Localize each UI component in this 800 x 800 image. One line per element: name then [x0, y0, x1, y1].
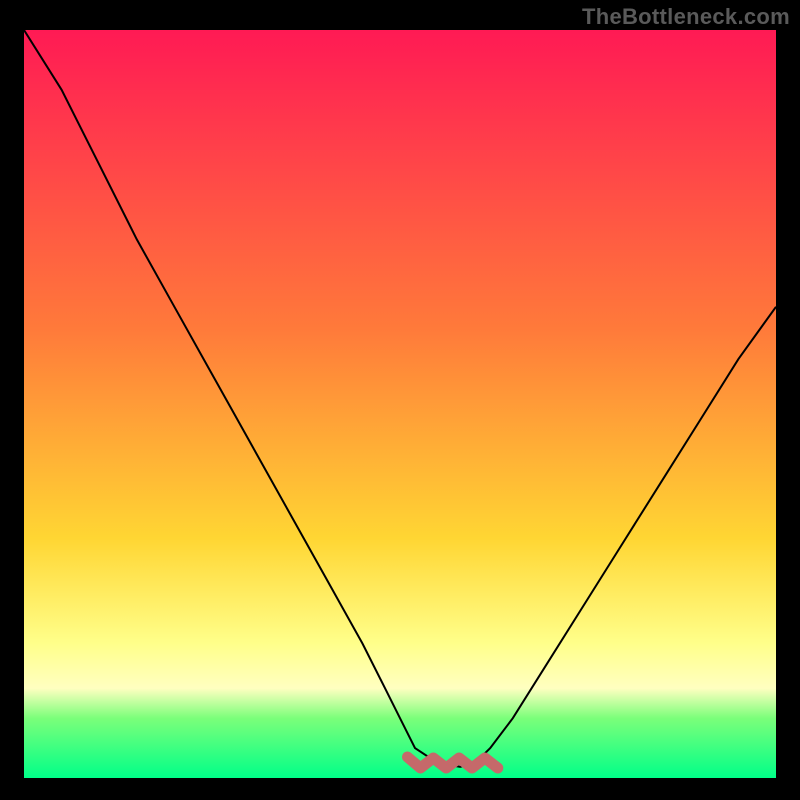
bottleneck-chart-svg [24, 30, 776, 778]
plot-area [24, 30, 776, 778]
gradient-background [24, 30, 776, 778]
chart-frame: TheBottleneck.com [0, 0, 800, 800]
watermark-text: TheBottleneck.com [582, 4, 790, 30]
